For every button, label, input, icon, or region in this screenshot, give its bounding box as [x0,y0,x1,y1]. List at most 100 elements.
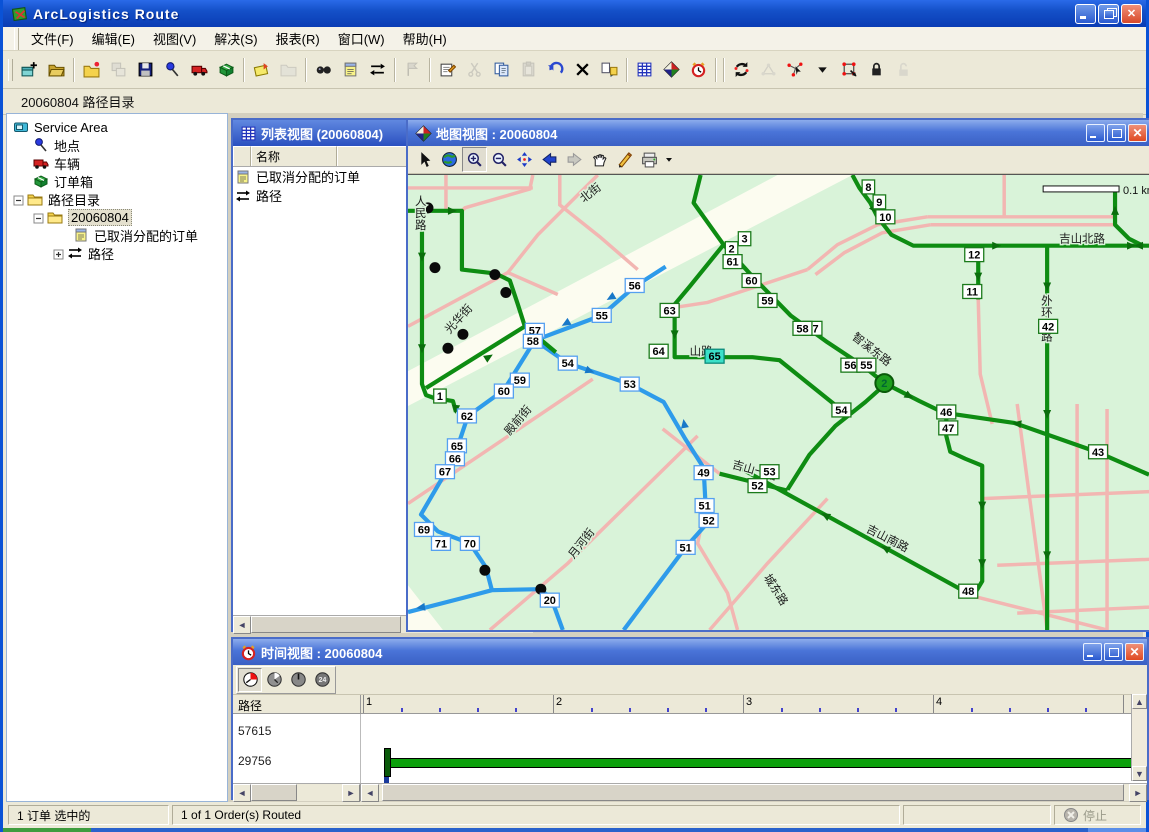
minimize-button[interactable] [1075,4,1096,24]
stop-button[interactable]: 停止 [1054,805,1141,825]
pan-hand-icon [591,151,608,168]
clock-quarter-button[interactable] [262,668,286,692]
orders-note-button[interactable] [337,56,364,83]
route-time-bar[interactable] [386,758,1135,768]
vehicles-truck-button[interactable] [186,56,213,83]
map-minimize-button[interactable] [1086,124,1105,142]
delete-x-button[interactable] [569,56,596,83]
list-hscroll-thumb[interactable] [251,616,401,633]
menu-item[interactable]: 文件(F) [22,27,83,50]
find-binoculars-button[interactable] [310,56,337,83]
close-button[interactable]: ✕ [1121,4,1142,24]
time-body[interactable]: 57615 29756 [233,714,1147,783]
caret-down-button[interactable] [662,147,676,172]
list-header-name[interactable]: 名称 [251,146,337,166]
route-row-label[interactable]: 29756 [238,754,271,768]
tree-item-label: 订单箱 [54,172,93,191]
cut-scissors-button[interactable] [461,56,488,83]
menu-item[interactable]: 报表(R) [267,27,329,50]
move-doc-button[interactable] [596,56,623,83]
flag-button[interactable] [399,56,426,83]
map-maximize-button[interactable] [1107,124,1126,142]
copy-docs-button[interactable] [488,56,515,83]
globe-button[interactable] [437,147,462,172]
tree-item-Service Area[interactable]: Service Area [7,118,227,136]
highlighted-stop-label[interactable]: 65 [705,349,724,363]
time-vscrollbar[interactable]: ▲ ▼ [1131,694,1147,781]
time-column-divider[interactable] [360,695,361,713]
copy-folder-button[interactable] [105,56,132,83]
order-box-button[interactable] [213,56,240,83]
nav-back-button[interactable] [537,147,562,172]
routes-arrows-button[interactable] [364,56,391,83]
nav-forward-button[interactable] [562,147,587,172]
import-orders-button[interactable] [248,56,275,83]
zoom-out-button[interactable] [487,147,512,172]
tree-item-20060804[interactable]: 20060804 [7,208,227,226]
menu-item[interactable]: 解决(S) [205,27,266,50]
tree-item-已取消分配的订单[interactable]: 已取消分配的订单 [7,226,227,244]
list-view-grid-button[interactable] [631,56,658,83]
unlock-button[interactable] [890,56,917,83]
time-view-clock-button[interactable] [685,56,712,83]
menu-grip[interactable] [14,28,19,50]
menu-item[interactable]: 帮助(H) [394,27,456,50]
properties-button[interactable] [434,56,461,83]
new-folder-button[interactable] [78,56,105,83]
time-window-titlebar[interactable]: 时间视图 : 20060804 ✕ [233,639,1147,665]
map-window-titlebar[interactable]: 地图视图 : 20060804 ✕ [408,120,1149,146]
pencil-button[interactable] [612,147,637,172]
menu-item[interactable]: 窗口(W) [329,27,394,50]
menu-item[interactable]: 编辑(E) [83,27,144,50]
clock-plain-button[interactable] [286,668,310,692]
undo-arrow-button[interactable] [542,56,569,83]
lock-button[interactable] [863,56,890,83]
clock-24-button[interactable]: 24 [310,668,334,692]
expander-minus-icon[interactable] [13,194,24,205]
map-canvas[interactable]: 北街人民路光华街山路吉山北路智溪东路外环东路吉山南路吉山一路城东路月河街殿前街5… [408,174,1149,630]
menu-item[interactable]: 视图(V) [144,27,205,50]
network-gray-button[interactable] [755,56,782,83]
map-view-compass-button[interactable] [658,56,685,83]
toolbar-separator [715,58,717,82]
window-titlebar[interactable]: ArcLogistics Route ✕ [3,0,1146,27]
time-left-hscrollbar[interactable]: ◄► [233,784,360,801]
pencil-icon [616,151,633,168]
caret-down-button[interactable] [809,56,836,83]
zoom-in-button[interactable] [462,147,487,172]
tree-item-路径[interactable]: 路径 [7,244,227,262]
time-right-hscrollbar[interactable]: ◄► [360,784,1147,801]
tree-item-订单箱[interactable]: 订单箱 [7,172,227,190]
list-header-blank[interactable] [233,146,251,166]
network-select-button[interactable] [782,56,809,83]
toolbar-separator [723,58,725,82]
pan-hand-button[interactable] [587,147,612,172]
new-project-button[interactable] [16,56,43,83]
time-minimize-button[interactable] [1083,643,1102,661]
zoom-extent-button[interactable] [512,147,537,172]
tree-item-地点[interactable]: 地点 [7,136,227,154]
network-red-button[interactable] [836,56,863,83]
restore-button[interactable] [1098,4,1119,24]
save-button[interactable] [132,56,159,83]
open-project-button[interactable] [43,56,70,83]
route-row-label[interactable]: 57615 [238,724,271,738]
cursor-button[interactable] [412,147,437,172]
tree-item-路径目录[interactable]: 路径目录 [7,190,227,208]
time-close-button[interactable]: ✕ [1125,643,1144,661]
vehicles-truck-icon [33,155,49,171]
toolbar-grip[interactable] [8,59,13,81]
expander-minus-icon[interactable] [33,212,44,223]
locations-pin-button[interactable] [159,56,186,83]
tree-item-车辆[interactable]: 车辆 [7,154,227,172]
paste-clipboard-button[interactable] [515,56,542,83]
recalc-circle-button[interactable] [728,56,755,83]
tree-panel[interactable]: Service Area地点车辆订单箱路径目录20060804已取消分配的订单路… [6,113,228,802]
scroll-left-icon[interactable]: ◄ [233,616,251,634]
printer-button[interactable] [637,147,662,172]
map-close-button[interactable]: ✕ [1128,124,1147,142]
time-maximize-button[interactable] [1104,643,1123,661]
import-file-button[interactable] [275,56,302,83]
clock-red-button[interactable] [238,668,262,692]
expander-plus-icon[interactable] [53,248,64,259]
